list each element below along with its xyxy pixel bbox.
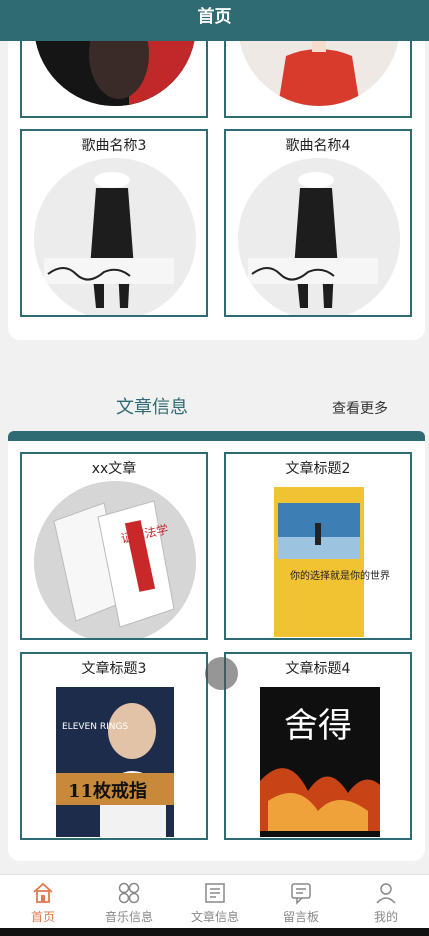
cover-image: ELEVEN RINGS 11枚戒指 <box>34 681 196 838</box>
view-more-link[interactable]: 查看更多 <box>332 398 388 418</box>
cover-image: 你的选择就是你的世界 <box>238 481 400 638</box>
cover-image: 舍得 <box>238 681 400 838</box>
tab-label: 音乐信息 <box>104 910 153 924</box>
top-nav-bar: 首页 <box>0 0 429 41</box>
music-item-label: 歌曲名称4 <box>285 138 351 154</box>
article-cover: 你的选择就是你的世界 <box>238 481 400 638</box>
article-item-label: xx文章 <box>91 461 137 477</box>
article-cover: 证据法学 <box>34 481 196 638</box>
article-item-label: 文章标题2 <box>285 461 351 477</box>
bottom-tab-bar: 首页 音乐信息 文章信息 留言板 我的 <box>0 874 429 928</box>
tab-label: 我的 <box>373 910 398 924</box>
music-item-label: 歌曲名称3 <box>81 138 147 154</box>
article-item[interactable]: 文章标题3 ELEVEN RINGS 11枚戒指 <box>20 652 208 840</box>
article-card: xx文章 证据法学 文章标题2 你的选择就是你的世界 文章标题3 ELEVEN … <box>8 441 425 861</box>
tab-articles[interactable]: 文章信息 <box>172 875 258 929</box>
tab-label: 文章信息 <box>190 910 239 924</box>
tab-messages[interactable]: 留言板 <box>258 875 344 929</box>
article-item-label: 文章标题3 <box>81 661 147 677</box>
tab-label: 首页 <box>30 910 55 924</box>
cover-title: 舍得 <box>284 706 352 746</box>
floating-touch-indicator[interactable] <box>205 657 238 690</box>
tab-home[interactable]: 首页 <box>0 875 86 929</box>
article-item[interactable]: 文章标题2 你的选择就是你的世界 <box>224 452 412 640</box>
article-icon <box>205 883 225 903</box>
cover-image: 证据法学 <box>34 481 196 638</box>
cover-image <box>34 158 196 315</box>
user-icon <box>376 883 396 904</box>
tab-label: 留言板 <box>282 910 319 924</box>
article-item-label: 文章标题4 <box>285 661 351 677</box>
cover-title: 11枚戒指 <box>68 780 147 802</box>
music-card: 歌曲名称3 歌曲名称4 <box>8 0 425 340</box>
article-item[interactable]: xx文章 证据法学 <box>20 452 208 640</box>
article-item[interactable]: 文章标题4 舍得 <box>224 652 412 840</box>
music-item[interactable]: 歌曲名称3 <box>20 129 208 317</box>
music-cover <box>238 158 400 315</box>
grid-icon <box>118 882 140 904</box>
tab-music[interactable]: 音乐信息 <box>86 875 172 929</box>
article-cover: ELEVEN RINGS 11枚戒指 <box>34 681 196 838</box>
music-item[interactable]: 歌曲名称4 <box>224 129 412 317</box>
tab-profile[interactable]: 我的 <box>343 875 429 929</box>
cover-subtitle: ELEVEN RINGS <box>62 722 128 732</box>
page-title: 首页 <box>197 7 232 27</box>
message-icon <box>291 883 311 905</box>
music-cover <box>34 158 196 315</box>
home-icon <box>33 882 53 903</box>
cover-title: 你的选择就是你的世界 <box>290 569 390 582</box>
cover-image <box>238 158 400 315</box>
section-title: 文章信息 <box>116 397 188 418</box>
section-bar <box>8 431 425 441</box>
system-bar <box>0 928 429 936</box>
article-cover: 舍得 <box>238 681 400 838</box>
